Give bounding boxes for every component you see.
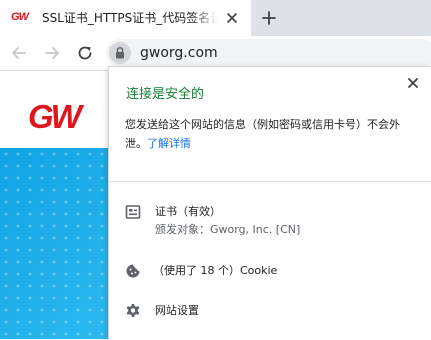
popup-divider [109, 181, 431, 182]
site-favicon: GW [11, 11, 29, 23]
url-text[interactable]: gworg.com [140, 45, 218, 61]
certificate-row[interactable]: 证书（有效） 颁发对象：Gworg, Inc. [CN] [109, 202, 431, 238]
connection-status-title: 连接是安全的 [126, 87, 205, 102]
tab-strip: GW SSL证书_HTTPS证书_代码签名证书 [0, 0, 431, 36]
close-icon[interactable] [224, 10, 240, 26]
site-settings-row[interactable]: 网站设置 [109, 302, 431, 320]
certificate-issued-to: 颁发对象：Gworg, Inc. [CN] [155, 223, 301, 236]
cookies-row[interactable]: （使用了 18 个）Cookie [109, 262, 431, 280]
tab-title: SSL证书_HTTPS证书_代码签名证书 [42, 11, 218, 25]
arrow-forward-icon[interactable] [42, 43, 62, 63]
lock-icon[interactable] [109, 42, 131, 64]
cookies-label: （使用了 18 个）Cookie [153, 264, 278, 277]
browser-tab[interactable]: GW SSL证书_HTTPS证书_代码签名证书 [0, 0, 251, 36]
omnibox[interactable]: gworg.com [106, 39, 431, 67]
page-info-popup: 连接是安全的 您发送给这个网站的信息（例如密码或信用卡号）不会外泄。了解详情 证… [108, 66, 431, 340]
reload-icon[interactable] [75, 43, 95, 63]
connection-description: 您发送给这个网站的信息（例如密码或信用卡号）不会外泄。了解详情 [125, 115, 421, 153]
hero-pattern [0, 148, 120, 339]
gear-icon [125, 303, 141, 319]
arrow-back-icon[interactable] [9, 43, 29, 63]
plus-icon[interactable] [258, 7, 280, 29]
site-settings-label: 网站设置 [155, 304, 199, 317]
certificate-status: 证书（有效） [155, 205, 221, 218]
learn-more-link[interactable]: 了解详情 [147, 137, 191, 150]
toolbar: gworg.com [0, 36, 431, 70]
site-logo[interactable]: GW [28, 99, 82, 135]
cookie-icon [125, 263, 141, 279]
close-icon[interactable] [405, 75, 421, 91]
certificate-icon [125, 204, 141, 220]
